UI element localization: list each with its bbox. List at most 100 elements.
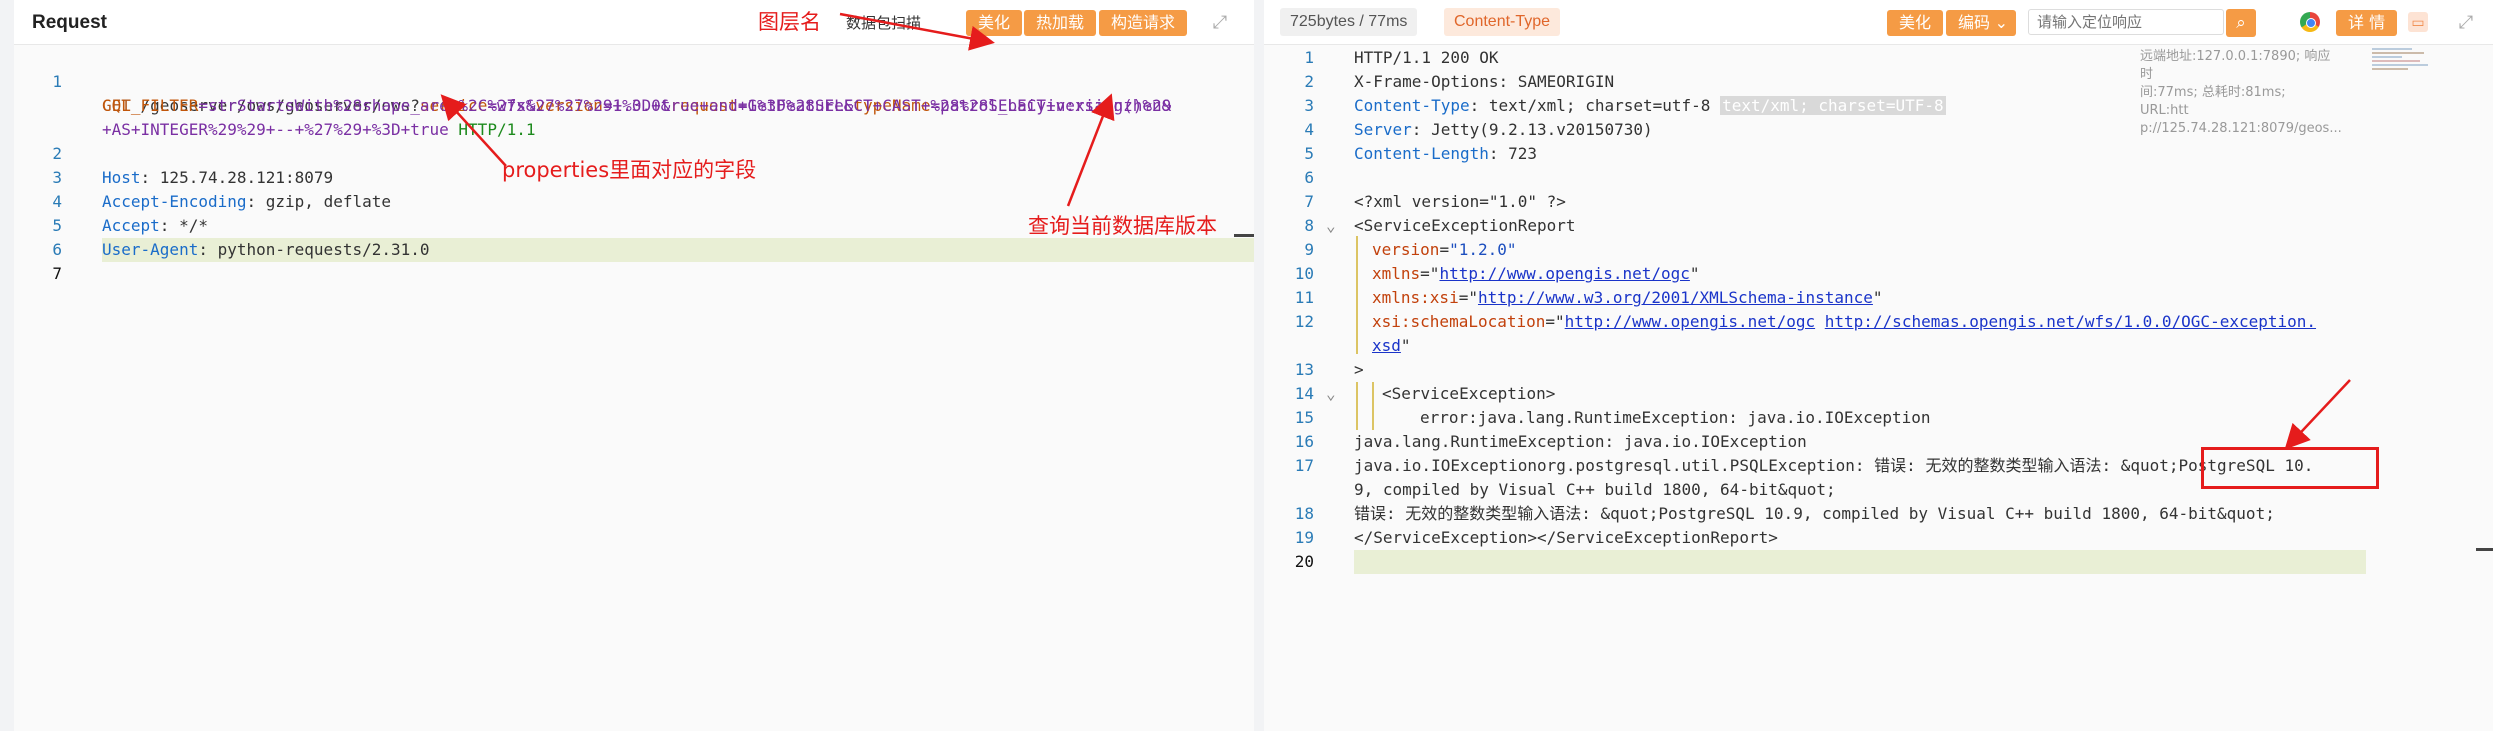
properties-annotation: properties里面对应的字段 — [502, 158, 757, 182]
exception-text: error:java.lang.RuntimeException: java.i… — [1420, 408, 1931, 427]
beautify-button[interactable]: 美化 — [1887, 10, 1944, 36]
line-number: 12 — [1294, 312, 1314, 331]
scrollbar-thumb[interactable] — [1234, 234, 1254, 237]
build-request-button[interactable]: 构造请求 — [1099, 10, 1188, 36]
xml-declaration: <?xml version="1.0" ?> — [1354, 192, 1566, 211]
header-line: Content-Type: text/xml; charset=utf-8 te… — [1354, 94, 1946, 118]
header-key: Accept — [102, 216, 160, 235]
xml-tag: > — [1354, 360, 1364, 379]
content-type-chip[interactable]: Content-Type — [1444, 8, 1561, 36]
search-icon[interactable]: ⌕ — [2226, 9, 2256, 37]
header-value: : 723 — [1488, 144, 1538, 163]
header-line: Accept-Encoding: gzip, deflate — [102, 190, 391, 214]
xml-tag: <ServiceExceptionReport — [1354, 216, 1576, 235]
header-key: Content-Type — [1354, 96, 1470, 115]
attr-name: xmlns:xsi — [1372, 288, 1459, 307]
line-number: 18 — [1294, 504, 1314, 523]
beautify-button[interactable]: 美化 — [966, 10, 1023, 36]
current-line-highlight — [1354, 550, 2366, 574]
layer-name-annotation: 图层名 — [758, 10, 821, 34]
comment-icon[interactable]: ▭ — [2408, 12, 2428, 32]
line-number: 10 — [1294, 264, 1314, 283]
detail-button[interactable]: 详 情 — [2336, 10, 2398, 36]
expand-icon[interactable]: ⤢ — [1210, 12, 1230, 32]
line-number: 14 — [1294, 384, 1314, 403]
param-key: CQL_FILTER — [102, 96, 199, 115]
line-number: 13 — [1294, 360, 1314, 379]
line-number: 15 — [1294, 408, 1314, 427]
line-number: 20 — [1294, 552, 1314, 571]
header-line: X-Frame-Options: SAMEORIGIN — [1354, 72, 1615, 91]
line-number: 7 — [1304, 192, 1314, 211]
response-pane: 725bytes / 77ms Content-Type 美化 编码⌄ ⌕ 详 … — [1264, 0, 2493, 731]
line-number: 3 — [1304, 96, 1314, 115]
packet-scan-tab[interactable]: 数据包扫描 — [846, 12, 921, 33]
hot-load-button[interactable]: 热加载 — [1024, 10, 1097, 36]
fold-chevron-icon[interactable]: ⌄ — [1326, 382, 1336, 406]
attr-name: xsi:schemaLocation — [1372, 312, 1546, 331]
header-key: User-Agent — [102, 240, 199, 259]
header-line: Host: 125.74.28.121:8079 — [102, 166, 333, 190]
request-line-cont: +AS+INTEGER%29%29+--+%27%29+%3D+true HTT… — [102, 118, 535, 142]
encode-label: 编码 — [1958, 13, 1991, 32]
line-number: 5 — [1304, 144, 1314, 163]
encode-dropdown[interactable]: 编码 ⌄ — [1946, 10, 2017, 36]
request-line-cont: CQL_FILTER=strStartsWith%28shape_area%2C… — [102, 94, 1171, 118]
expand-icon[interactable]: ⤢ — [2456, 12, 2476, 32]
xml-attribute: xmlns="http://www.opengis.net/ogc" — [1372, 264, 1700, 283]
attr-name: version — [1372, 240, 1440, 259]
locate-response-input[interactable] — [2028, 9, 2224, 35]
indent-guide — [1356, 382, 1358, 430]
db-version-annotation: 查询当前数据库版本 — [1028, 214, 1217, 238]
line-number: 1 — [1304, 48, 1314, 67]
response-header: 725bytes / 77ms Content-Type 美化 编码⌄ ⌕ 详 … — [1264, 0, 2493, 45]
response-editor[interactable]: 1 HTTP/1.1 200 OK 2 X-Frame-Options: SAMEO… — [1264, 46, 2493, 731]
remote-info-line: 间:77ms; 总耗时:81ms; URL:htt — [2140, 85, 2286, 118]
line-number: 19 — [1294, 528, 1314, 547]
param-value: +AS+INTEGER%29%29+--+%27%29+%3D+true — [102, 120, 449, 139]
remote-info-line: p://125.74.28.121:8079/geos... — [2140, 121, 2342, 136]
attr-name: xmlns — [1372, 264, 1421, 283]
chrome-icon[interactable] — [2300, 12, 2320, 32]
content-type-badge: text/xml; charset=UTF-8 — [1720, 96, 1946, 115]
remote-info: 远端地址:127.0.0.1:7890; 响应时 间:77ms; 总耗时:81m… — [2140, 48, 2342, 138]
minimap[interactable] — [2372, 46, 2430, 86]
line-number: 7 — [52, 264, 62, 283]
header-key: Content-Length — [1354, 144, 1489, 163]
chevron-down-icon: ⌄ — [1994, 13, 2009, 32]
status-line: HTTP/1.1 200 OK — [1354, 48, 1499, 67]
remote-info-line: 远端地址:127.0.0.1:7890; 响应时 — [2140, 49, 2331, 82]
attr-link[interactable]: http://www.w3.org/2001/XMLSchema-instanc… — [1478, 288, 1873, 307]
version-highlight-box — [2201, 447, 2379, 489]
scrollbar-thumb[interactable] — [2476, 548, 2493, 551]
xml-attribute: version="1.2.0" — [1372, 240, 1517, 259]
xml-tag: <ServiceException> — [1382, 384, 1556, 403]
xml-attribute-cont: xsd" — [1372, 336, 1411, 355]
exception-text-cont: 9, compiled by Visual C++ build 1800, 64… — [1354, 480, 1836, 499]
header-key: Server — [1354, 120, 1412, 139]
attr-link[interactable]: http://www.opengis.net/ogc — [1439, 264, 1689, 283]
exception-text: java.lang.RuntimeException: java.io.IOEx… — [1354, 432, 1807, 451]
attr-link[interactable]: http://www.opengis.net/ogc — [1565, 312, 1815, 331]
line-number: 4 — [1304, 120, 1314, 139]
attr-link[interactable]: http://schemas.opengis.net/wfs/1.0.0/OGC… — [1825, 312, 2316, 331]
size-time-chip: 725bytes / 77ms — [1280, 8, 1418, 36]
line-number: 17 — [1294, 456, 1314, 475]
request-editor[interactable]: 1 GET /geoserver/ows/geoserver/ows?servi… — [14, 46, 1254, 731]
header-line: Content-Length: 723 — [1354, 142, 1537, 166]
line-number: 8 — [1304, 216, 1314, 235]
request-title: Request — [32, 12, 107, 33]
header-value: : */* — [159, 216, 208, 235]
request-header: Request 图层名 数据包扫描 美化 热加载 构造请求 ⤢ — [14, 0, 1254, 45]
request-pane: Request 图层名 数据包扫描 美化 热加载 构造请求 ⤢ 1 GET /g… — [14, 0, 1254, 731]
xml-attribute: xmlns:xsi="http://www.w3.org/2001/XMLSch… — [1372, 288, 1883, 307]
line-number: 9 — [1304, 240, 1314, 259]
fold-chevron-icon[interactable]: ⌄ — [1326, 214, 1336, 238]
header-line: Server: Jetty(9.2.13.v20150730) — [1354, 118, 1653, 142]
exception-text: java.io.IOExceptionorg.postgresql.util.P… — [1354, 456, 2314, 475]
xml-attribute: xsi:schemaLocation="http://www.opengis.n… — [1372, 312, 2317, 331]
header-line: Accept: */* — [102, 214, 208, 238]
line-number: 16 — [1294, 432, 1314, 451]
param-value: =strStartsWith%28shape_area%2C%27x%27%27… — [198, 96, 1172, 115]
attr-link[interactable]: xsd — [1372, 336, 1401, 355]
